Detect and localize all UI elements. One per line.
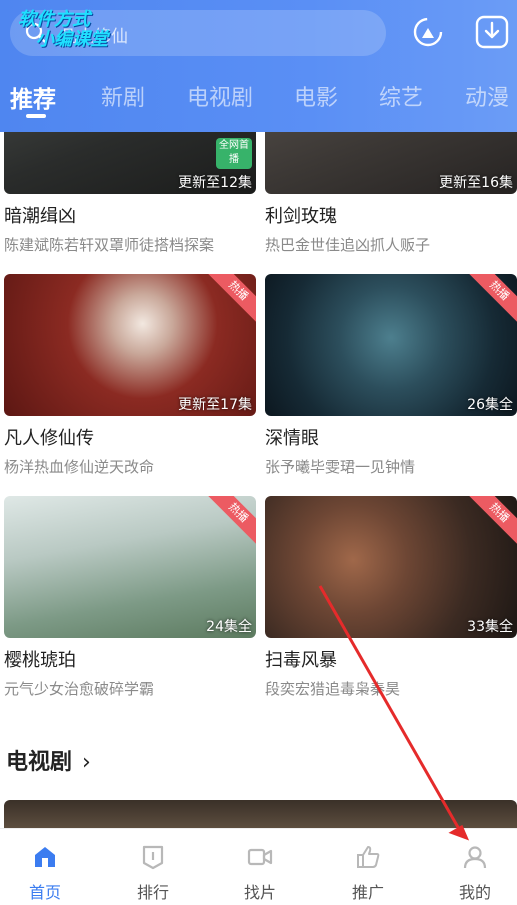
- hot-ribbon: 热播: [464, 496, 517, 548]
- home-icon: [35, 847, 55, 867]
- episode-count: 24集全: [206, 619, 252, 635]
- show-subtitle: 元气少女治愈破碎学霸: [4, 680, 155, 698]
- section-header[interactable]: 电视剧 ›: [6, 744, 91, 776]
- show-card[interactable]: 全网首播 更新至12集 暗潮缉凶 陈建斌陈若轩双罩师徒搭档探案: [4, 132, 256, 255]
- top-header: 凡人修仙 软件方式 小编课堂 推荐 新剧 电视剧 电影 综艺 动漫: [0, 0, 517, 132]
- show-subtitle: 热巴金世佳追凶抓人贩子: [265, 236, 431, 254]
- episode-count: 26集全: [467, 397, 513, 413]
- show-subtitle: 陈建斌陈若轩双罩师徒搭档探案: [4, 236, 215, 254]
- watermark-line2: 小编课堂: [36, 29, 108, 50]
- hot-ribbon: 热播: [464, 274, 517, 326]
- category-tabs: 推荐 新剧 电视剧 电影 综艺 动漫: [0, 72, 517, 122]
- nav-promotion[interactable]: 推广: [323, 829, 413, 905]
- show-title: 暗潮缉凶: [4, 206, 76, 227]
- episode-count: 更新至12集: [178, 175, 252, 191]
- tab-recommended[interactable]: 推荐: [10, 80, 56, 114]
- show-subtitle: 张予曦毕雯珺一见钟情: [265, 458, 416, 476]
- nav-label: 排行: [136, 883, 169, 902]
- nav-home[interactable]: 首页: [0, 829, 90, 905]
- tab-movies[interactable]: 电影: [294, 80, 338, 112]
- show-subtitle: 杨洋热血修仙逆天改命: [4, 458, 155, 476]
- poster-thumbnail: 更新至16集: [265, 132, 517, 194]
- show-title: 樱桃琥珀: [4, 650, 76, 671]
- show-card[interactable]: 热播 33集全 扫毒风暴 段奕宏猎追毒枭秦昊: [265, 496, 517, 699]
- nav-label: 推广: [351, 883, 384, 902]
- nav-label: 我的: [458, 883, 491, 902]
- tab-tv-series[interactable]: 电视剧: [187, 80, 253, 112]
- show-title: 深情眼: [265, 428, 319, 449]
- watermark-line1: 软件方式: [18, 9, 90, 30]
- nav-find-movies[interactable]: 找片: [215, 829, 305, 905]
- video-camera-icon: [247, 848, 273, 866]
- active-tab-indicator: [26, 114, 46, 118]
- thumbs-up-icon: [357, 846, 380, 868]
- poster-thumbnail: 热播 33集全: [265, 496, 517, 638]
- tab-variety[interactable]: 综艺: [379, 80, 423, 112]
- nav-ranking[interactable]: 排行: [108, 829, 198, 905]
- watermark-logo: 软件方式 小编课堂: [18, 10, 108, 50]
- poster-thumbnail: 全网首播 更新至12集: [4, 132, 256, 194]
- download-icon[interactable]: [472, 12, 512, 52]
- poster-thumbnail: 热播 26集全: [265, 274, 517, 416]
- content-feed[interactable]: 全网首播 更新至12集 暗潮缉凶 陈建斌陈若轩双罩师徒搭档探案 更新至16集 利…: [0, 132, 517, 828]
- show-card[interactable]: 更新至16集 利剑玫瑰 热巴金世佳追凶抓人贩子: [265, 132, 517, 255]
- show-title: 利剑玫瑰: [265, 206, 337, 227]
- tab-anime[interactable]: 动漫: [465, 80, 509, 112]
- show-subtitle: 段奕宏猎追毒枭秦昊: [265, 680, 401, 698]
- show-title: 凡人修仙传: [4, 428, 94, 449]
- cast-icon[interactable]: [408, 12, 448, 52]
- show-card[interactable]: 热播 26集全 深情眼 张予曦毕雯珺一见钟情: [265, 274, 517, 477]
- ranking-icon: [142, 845, 164, 870]
- poster-thumbnail: 热播 更新至17集: [4, 274, 256, 416]
- show-card[interactable]: 热播 更新至17集 凡人修仙传 杨洋热血修仙逆天改命: [4, 274, 256, 477]
- hot-ribbon: 热播: [203, 496, 256, 548]
- nav-mine[interactable]: 我的: [430, 829, 517, 905]
- episode-count: 33集全: [467, 619, 513, 635]
- section-banner-thumbnail[interactable]: [4, 800, 517, 828]
- nav-label: 找片: [243, 883, 276, 902]
- nav-label: 首页: [28, 883, 61, 902]
- tab-new-drama[interactable]: 新剧: [101, 80, 145, 112]
- poster-thumbnail: 热播 24集全: [4, 496, 256, 638]
- premiere-badge: 全网首播: [216, 138, 252, 169]
- hot-ribbon: 热播: [203, 274, 256, 326]
- show-card[interactable]: 热播 24集全 樱桃琥珀 元气少女治愈破碎学霸: [4, 496, 256, 699]
- user-icon: [463, 846, 487, 869]
- chevron-right-icon: ›: [82, 750, 91, 775]
- section-title: 电视剧: [6, 750, 73, 775]
- show-title: 扫毒风暴: [265, 650, 337, 671]
- episode-count: 更新至16集: [439, 175, 513, 191]
- bottom-nav-bar: 首页 排行 找片 推广 我的: [0, 828, 517, 905]
- episode-count: 更新至17集: [178, 397, 252, 413]
